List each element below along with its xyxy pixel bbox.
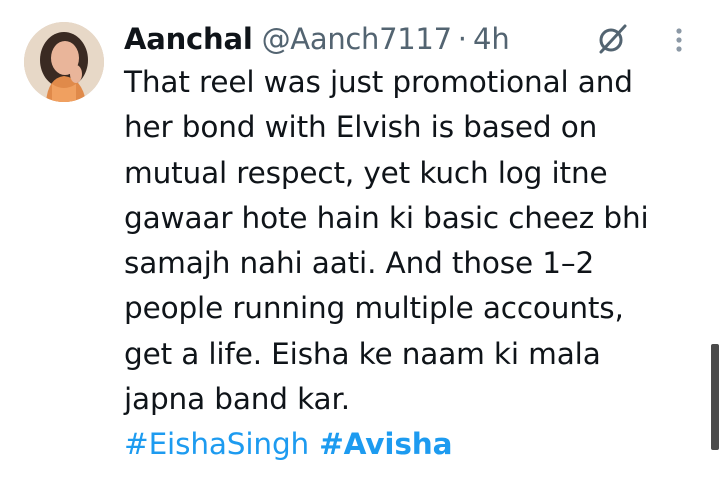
tweet-text-line: gawaar hote hain ki basic cheez bhi (124, 200, 649, 235)
grok-icon[interactable] (595, 22, 629, 56)
tweet-text: That reel was just promotional and her b… (124, 60, 704, 468)
user-handle[interactable]: @Aanch7117 (262, 17, 452, 61)
avatar[interactable] (24, 22, 104, 102)
scrollbar-thumb[interactable] (711, 344, 719, 450)
tweet-text-line: japna band kar. (124, 382, 350, 417)
hashtag-link[interactable]: #EishaSingh (124, 427, 309, 461)
tweet-text-line: people running multiple accounts, (124, 291, 624, 326)
more-vertical-icon[interactable] (669, 26, 689, 56)
tweet[interactable]: Aanchal @Aanch7117 · 4h That reel was ju… (0, 0, 720, 489)
timestamp[interactable]: 4h (473, 17, 510, 61)
tweet-text-line: get a life. Eisha ke naam ki mala (124, 336, 601, 371)
display-name[interactable]: Aanchal (124, 17, 253, 61)
tweet-text-line: mutual respect, yet kuch log itne (124, 155, 608, 190)
tweet-header: Aanchal @Aanch7117 · 4h (124, 17, 510, 61)
tweet-text-line: That reel was just promotional and (124, 65, 633, 99)
hashtag-link[interactable]: #Avisha (319, 427, 452, 461)
hashtags: #EishaSingh #Avisha (124, 422, 704, 467)
avatar-image (24, 22, 104, 102)
tweet-text-line: samajh nahi aati. And those 1–2 (124, 246, 595, 281)
separator-dot: · (457, 22, 467, 56)
tweet-text-line: her bond with Elvish is based on (124, 110, 598, 145)
